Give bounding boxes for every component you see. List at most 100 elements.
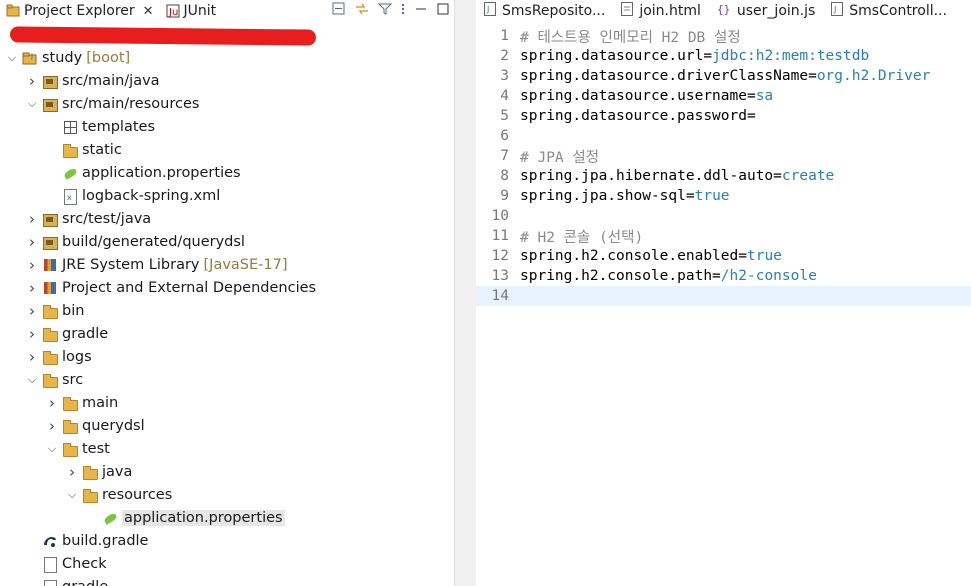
tree-item[interactable]: › build/generated/querydsl <box>0 230 454 253</box>
tree-item[interactable]: application.properties <box>0 506 454 529</box>
code-line[interactable]: 2 spring.datasource.url=jdbc:h2:mem:testd… <box>476 46 971 66</box>
tree-item-label: src/main/resources <box>62 95 200 112</box>
chevron-right-icon[interactable]: › <box>64 463 80 481</box>
view-menu-icon[interactable] <box>400 2 406 20</box>
code-comment: # H2 콘솔 (선택) <box>520 229 644 246</box>
tree-item[interactable]: › java <box>0 460 454 483</box>
tree-item[interactable]: gradle <box>0 575 454 586</box>
tree-item[interactable]: ⌵ src <box>0 368 454 391</box>
junit-icon: Ju <box>166 4 180 18</box>
view-divider[interactable] <box>454 0 477 586</box>
code-comment: # 테스트용 인메모리 H2 DB 설정 <box>520 29 741 46</box>
code-line[interactable]: 10 <box>476 206 971 226</box>
tree-item[interactable]: › Project and External Dependencies <box>0 276 454 299</box>
tree-item[interactable]: › logs <box>0 345 454 368</box>
editor-tab[interactable]: J SmsControll... <box>823 0 955 22</box>
tree-item[interactable]: templates <box>0 115 454 138</box>
editor-tab[interactable]: {} user_join.js <box>709 0 823 22</box>
tree-item[interactable]: application.properties <box>0 161 454 184</box>
chevron-down-icon[interactable]: ⌵ <box>4 51 20 65</box>
code-line[interactable]: 7 # JPA 설정 <box>476 146 971 166</box>
tree-item-label: gradle <box>62 579 108 586</box>
chevron-right-icon[interactable]: › <box>24 348 40 366</box>
tree-item[interactable]: › JRE System Library [JavaSE-17] <box>0 253 454 276</box>
code-line[interactable]: 6 <box>476 126 971 146</box>
editor-tab[interactable]: J SmsReposito... <box>476 0 613 22</box>
redaction-mark <box>9 26 317 46</box>
line-number: 11 <box>491 228 509 244</box>
folder-icon <box>42 349 58 365</box>
tree-item[interactable]: static <box>0 138 454 161</box>
link-with-editor-icon[interactable] <box>354 2 370 20</box>
svg-text:J: J <box>486 5 489 14</box>
tree-item[interactable]: x logback-spring.xml <box>0 184 454 207</box>
project-icon: J <box>22 50 38 66</box>
chevron-down-icon[interactable]: ⌵ <box>24 373 40 387</box>
chevron-down-icon[interactable]: ⌵ <box>64 488 80 502</box>
templates-folder-icon <box>62 119 78 135</box>
collapse-all-icon[interactable] <box>332 2 346 20</box>
package-folder-icon <box>42 234 58 250</box>
doc-file-icon <box>42 579 58 586</box>
code-line[interactable]: 4 spring.datasource.username=sa <box>476 86 971 106</box>
tree-item[interactable]: ⌵ test <box>0 437 454 460</box>
code-line[interactable]: 12 spring.h2.console.enabled=true <box>476 246 971 266</box>
property-value: true <box>746 248 782 264</box>
chevron-right-icon[interactable]: › <box>24 233 40 251</box>
minimize-icon[interactable] <box>414 2 428 20</box>
code-text: spring.datasource.driverClassName=org.h2… <box>520 68 930 84</box>
folder-icon <box>62 418 78 434</box>
chevron-right-icon[interactable]: › <box>44 417 60 435</box>
tree-item-decoration: [boot] <box>86 49 131 66</box>
code-line[interactable]: 8 spring.jpa.hibernate.ddl-auto=create <box>476 166 971 186</box>
project-explorer-icon <box>6 4 20 18</box>
tree-item[interactable]: build.gradle <box>0 529 454 552</box>
code-text: spring.h2.console.path=/h2-console <box>520 268 817 284</box>
explorer-toolbar <box>332 0 454 22</box>
chevron-right-icon[interactable]: › <box>24 302 40 320</box>
close-icon[interactable]: ✕ <box>143 4 154 19</box>
code-line[interactable]: 11 # H2 콘솔 (선택) <box>476 226 971 246</box>
tree-item-label: test <box>82 440 110 457</box>
tree-item[interactable]: ⌵ Jstudy [boot] <box>0 46 454 69</box>
explorer-tabbar: Project Explorer ✕ Ju JUnit <box>0 0 454 22</box>
tree-item[interactable]: › src/test/java <box>0 207 454 230</box>
chevron-right-icon[interactable]: › <box>24 325 40 343</box>
doc-file-icon <box>42 556 58 573</box>
xml-file-icon: x <box>62 188 78 205</box>
folder-icon <box>62 142 78 158</box>
editor-tab[interactable]: join.html <box>613 0 709 22</box>
code-line[interactable]: 3 spring.datasource.driverClassName=org.h… <box>476 66 971 86</box>
code-line[interactable]: 1 # 테스트용 인메모리 H2 DB 설정 <box>476 26 971 46</box>
filter-icon[interactable] <box>377 2 393 20</box>
chevron-right-icon[interactable]: › <box>44 394 60 412</box>
code-editor[interactable]: 1 # 테스트용 인메모리 H2 DB 설정 2 spring.datasource.… <box>476 26 971 306</box>
maximize-icon[interactable] <box>436 2 450 20</box>
chevron-right-icon[interactable]: › <box>24 72 40 90</box>
code-line[interactable]: 9 spring.jpa.show-sql=true <box>476 186 971 206</box>
tree-item[interactable]: ⌵ src/main/resources <box>0 92 454 115</box>
tree-item-label: logback-spring.xml <box>82 187 221 204</box>
tree-item[interactable]: › querydsl <box>0 414 454 437</box>
tree-item[interactable]: › bin <box>0 299 454 322</box>
project-explorer-view: Project Explorer ✕ Ju JUnit ⌵ J study [b… <box>0 0 454 586</box>
tree-item[interactable]: Check <box>0 552 454 575</box>
tab-junit[interactable]: Ju JUnit <box>160 0 223 22</box>
property-key: spring.h2.console.enabled= <box>520 248 747 264</box>
code-line[interactable]: 13 spring.h2.console.path=/h2-console <box>476 266 971 286</box>
tree-item[interactable]: › src/main/java <box>0 69 454 92</box>
tree-item[interactable]: ⌵ resources <box>0 483 454 506</box>
chevron-down-icon[interactable]: ⌵ <box>44 442 60 456</box>
svg-text:J: J <box>833 5 836 14</box>
tab-project-explorer[interactable]: Project Explorer ✕ <box>0 0 160 22</box>
code-text: # H2 콘솔 (선택) <box>520 226 643 247</box>
tree-item[interactable]: › main <box>0 391 454 414</box>
chevron-right-icon[interactable]: › <box>24 279 40 297</box>
tree-item[interactable]: › gradle <box>0 322 454 345</box>
chevron-down-icon[interactable]: ⌵ <box>24 97 40 111</box>
code-line[interactable]: 14 <box>476 286 971 306</box>
chevron-right-icon[interactable]: › <box>24 256 40 274</box>
code-text: spring.h2.console.enabled=true <box>520 248 782 264</box>
chevron-right-icon[interactable]: › <box>24 210 40 228</box>
code-line[interactable]: 5 spring.datasource.password= <box>476 106 971 126</box>
